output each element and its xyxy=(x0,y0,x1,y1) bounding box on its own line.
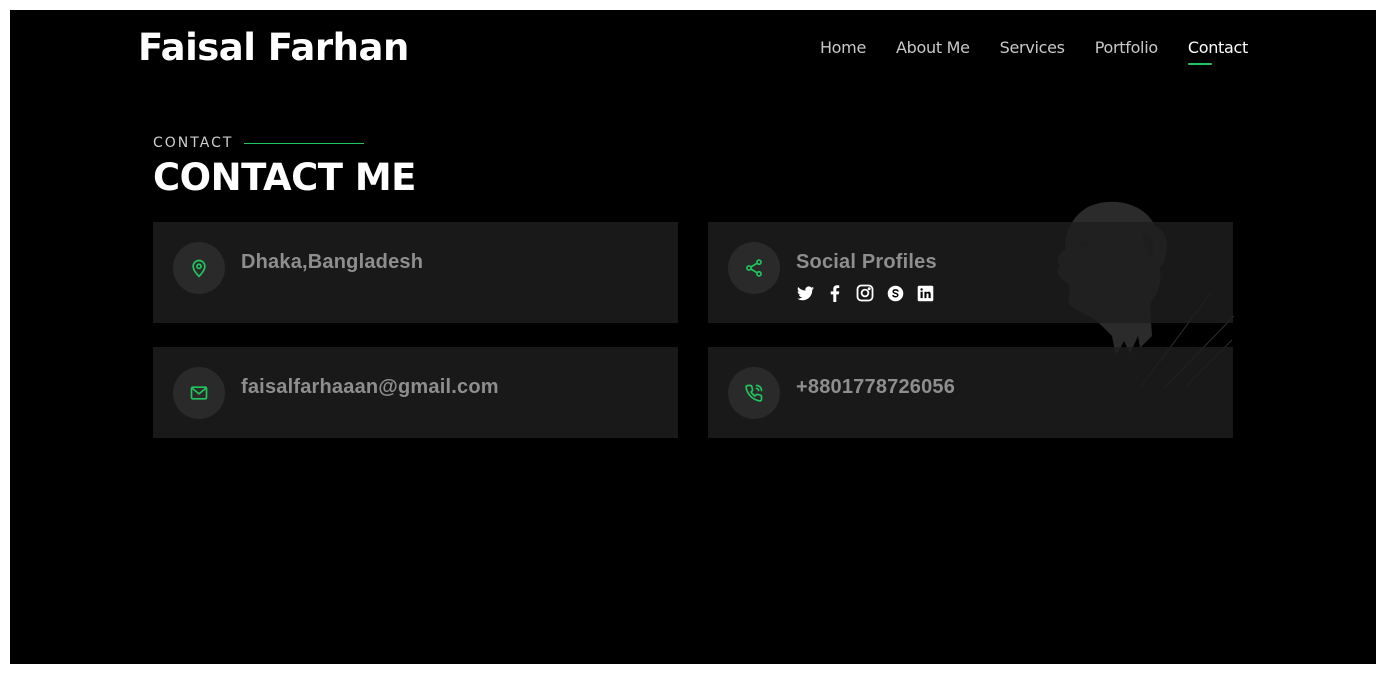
social-title: Social Profiles xyxy=(796,251,937,273)
linkedin-icon[interactable] xyxy=(916,284,934,302)
instagram-icon[interactable] xyxy=(856,284,874,302)
social-links xyxy=(796,284,934,302)
nav-home[interactable]: Home xyxy=(820,38,866,65)
nav-contact[interactable]: Contact xyxy=(1187,38,1248,65)
main-nav: Home About Me Services Portfolio Contact xyxy=(820,38,1248,65)
email-icon-wrap xyxy=(173,367,225,419)
eyebrow-label: CONTACT xyxy=(153,135,234,151)
facebook-icon[interactable] xyxy=(826,284,844,302)
section-eyebrow: CONTACT xyxy=(153,135,365,151)
location-icon-wrap xyxy=(173,242,225,294)
share-icon xyxy=(746,259,762,277)
share-icon-wrap xyxy=(728,242,780,294)
email-card: faisalfarhaaan@gmail.com xyxy=(153,347,678,438)
nav-portfolio[interactable]: Portfolio xyxy=(1095,38,1158,65)
eyebrow-divider xyxy=(244,142,365,144)
phone-card: +8801778726056 xyxy=(708,347,1233,438)
email-text[interactable]: faisalfarhaaan@gmail.com xyxy=(241,376,499,399)
phone-text[interactable]: +8801778726056 xyxy=(796,376,955,399)
site-logo[interactable]: Faisal Farhan xyxy=(138,26,409,69)
location-text: Dhaka,Bangladesh xyxy=(241,251,424,273)
nav-services[interactable]: Services xyxy=(1000,38,1065,65)
skype-icon[interactable] xyxy=(886,284,904,302)
map-pin-icon xyxy=(192,259,206,278)
mail-icon xyxy=(190,386,208,400)
nav-about-me[interactable]: About Me xyxy=(896,38,970,65)
section-title: CONTACT ME xyxy=(153,156,416,199)
phone-icon-wrap xyxy=(728,367,780,419)
location-card: Dhaka,Bangladesh xyxy=(153,222,678,323)
page-frame: Faisal Farhan Home About Me Services Por… xyxy=(10,10,1376,664)
phone-icon xyxy=(745,384,763,402)
social-card: Social Profiles xyxy=(708,222,1233,323)
twitter-icon[interactable] xyxy=(796,284,814,302)
